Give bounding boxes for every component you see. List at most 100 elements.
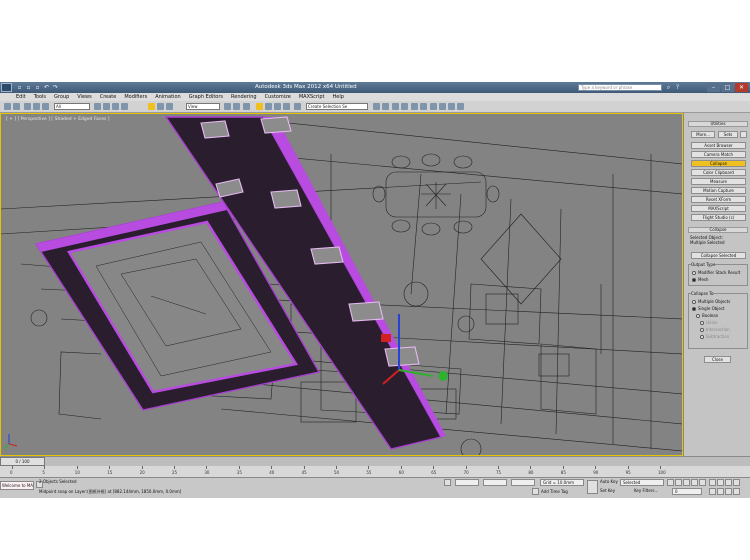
named-selection-sets-dropdown[interactable]: Create Selection Se [306,103,368,110]
help-icon[interactable]: ? [674,84,681,91]
utility-maxscript[interactable]: MAXScript [691,205,746,212]
bind-space-warp-button[interactable] [42,103,49,110]
single-object-radio[interactable] [692,307,696,311]
set-key-icon[interactable] [587,480,598,494]
menu-help[interactable]: Help [333,93,344,101]
menu-customize[interactable]: Customize [265,93,291,101]
utility-reset-xform[interactable]: Reset XForm [691,196,746,203]
select-manipulate-button[interactable] [233,103,240,110]
play-button[interactable] [683,479,690,486]
zoom-all-icon[interactable] [717,479,724,486]
minimize-button[interactable]: – [707,83,720,92]
key-filters-button[interactable]: Key Filters... [634,488,658,493]
coord-y-field[interactable] [483,479,507,486]
layer-manager-button[interactable] [392,103,399,110]
select-object-button[interactable] [94,103,101,110]
viewport-label[interactable]: [ + ] [ Perspective ] [ Shaded + Edged F… [6,117,110,122]
go-to-end-button[interactable] [699,479,706,486]
subtraction-radio[interactable] [700,335,704,339]
sets-button[interactable]: Sets [718,131,738,138]
menu-tools[interactable]: Tools [34,93,46,101]
mirror-button[interactable] [373,103,380,110]
select-and-link-button[interactable] [24,103,31,110]
maxscript-listener-field[interactable]: Welcome to MAXScript. [0,481,34,490]
snaps-toggle-button[interactable] [256,103,263,110]
time-slider[interactable]: 0 / 100 [0,456,750,466]
zoom-extents-icon[interactable] [725,479,732,486]
utility-motion-capture[interactable]: Motion Capture [691,187,746,194]
collapse-selected-button[interactable]: Collapse Selected [691,252,746,259]
percent-snap-button[interactable] [274,103,281,110]
select-by-name-button[interactable] [103,103,110,110]
reference-coordinate-dropdown[interactable]: View [186,103,220,110]
save-file-icon[interactable]: ▫ [34,84,41,91]
menu-modifiers[interactable]: Modifiers [124,93,147,101]
select-and-move-button[interactable] [148,103,155,110]
utility-collapse[interactable]: Collapse [691,160,746,167]
menu-graph-editors[interactable]: Graph Editors [189,93,223,101]
spinner-snap-button[interactable] [283,103,290,110]
key-mode-dropdown[interactable]: Selected [620,479,664,486]
menu-rendering[interactable]: Rendering [231,93,257,101]
schematic-view-button[interactable] [420,103,427,110]
add-time-tag-label[interactable]: Add Time Tag [541,489,568,494]
go-to-start-button[interactable] [667,479,674,486]
render-production-button[interactable] [457,103,464,110]
coord-x-field[interactable] [455,479,479,486]
select-and-scale-button[interactable] [166,103,173,110]
open-file-icon[interactable]: ▫ [25,84,32,91]
undo-button[interactable] [4,103,11,110]
graphite-tools-button[interactable] [401,103,408,110]
boolean-checkbox[interactable] [696,314,700,318]
pan-view-icon[interactable] [717,488,724,495]
menu-animation[interactable]: Animation [155,93,181,101]
next-frame-button[interactable] [691,479,698,486]
pivot-center-button[interactable] [224,103,231,110]
new-file-icon[interactable]: ▫ [16,84,23,91]
current-frame-field[interactable]: 0 [672,488,702,495]
application-menu-button[interactable] [1,83,12,92]
utilities-rollout-header[interactable]: Utilities [688,121,748,127]
intersection-radio[interactable] [700,328,704,332]
unlink-button[interactable] [33,103,40,110]
time-slider-thumb[interactable]: 0 / 100 [0,457,45,466]
search-icon[interactable]: ⌕ [665,84,672,91]
utility-color-clipboard[interactable]: Color Clipboard [691,169,746,176]
coord-z-field[interactable] [511,479,535,486]
maximize-button[interactable]: □ [721,83,734,92]
collapse-rollout-header[interactable]: Collapse [688,227,748,233]
orbit-icon[interactable] [725,488,732,495]
redo-button[interactable] [13,103,20,110]
menu-maxscript[interactable]: MAXScript [299,93,325,101]
select-and-rotate-button[interactable] [157,103,164,110]
window-crossing-button[interactable] [121,103,128,110]
angle-snap-button[interactable] [265,103,272,110]
field-of-view-icon[interactable] [709,488,716,495]
close-button[interactable]: ✕ [735,83,748,92]
menu-edit[interactable]: Edit [16,93,26,101]
more-button[interactable]: More... [691,131,715,138]
curve-editor-button[interactable] [411,103,418,110]
lock-selection-icon[interactable] [444,479,451,486]
union-radio[interactable] [700,321,704,325]
menu-views[interactable]: Views [77,93,91,101]
perspective-viewport[interactable]: [ + ] [ Perspective ] [ Shaded + Edged F… [0,113,683,456]
zoom-icon[interactable] [709,479,716,486]
utility-asset-browser[interactable]: Asset Browser [691,142,746,149]
previous-frame-button[interactable] [675,479,682,486]
maximize-viewport-icon[interactable] [733,488,740,495]
auto-key-button[interactable]: Auto Key [600,479,618,484]
rectangular-selection-button[interactable] [112,103,119,110]
edit-named-selection-button[interactable] [294,103,301,110]
keyboard-shortcut-toggle-button[interactable] [243,103,250,110]
zoom-extents-all-icon[interactable] [733,479,740,486]
set-key-button[interactable]: Set Key [600,488,615,493]
multiple-objects-radio[interactable] [692,300,696,304]
close-utility-button[interactable]: Close [704,356,731,363]
configure-sets-button[interactable] [740,131,747,138]
track-bar[interactable]: 0 5 10 15 20 25 30 35 40 45 50 55 60 65 70 75 80 85 90 95 10… [0,466,750,478]
align-button[interactable] [382,103,389,110]
menu-create[interactable]: Create [100,93,117,101]
selection-filter-dropdown[interactable]: All [54,103,90,110]
help-search-input[interactable]: Type a keyword or phrase [578,84,662,91]
